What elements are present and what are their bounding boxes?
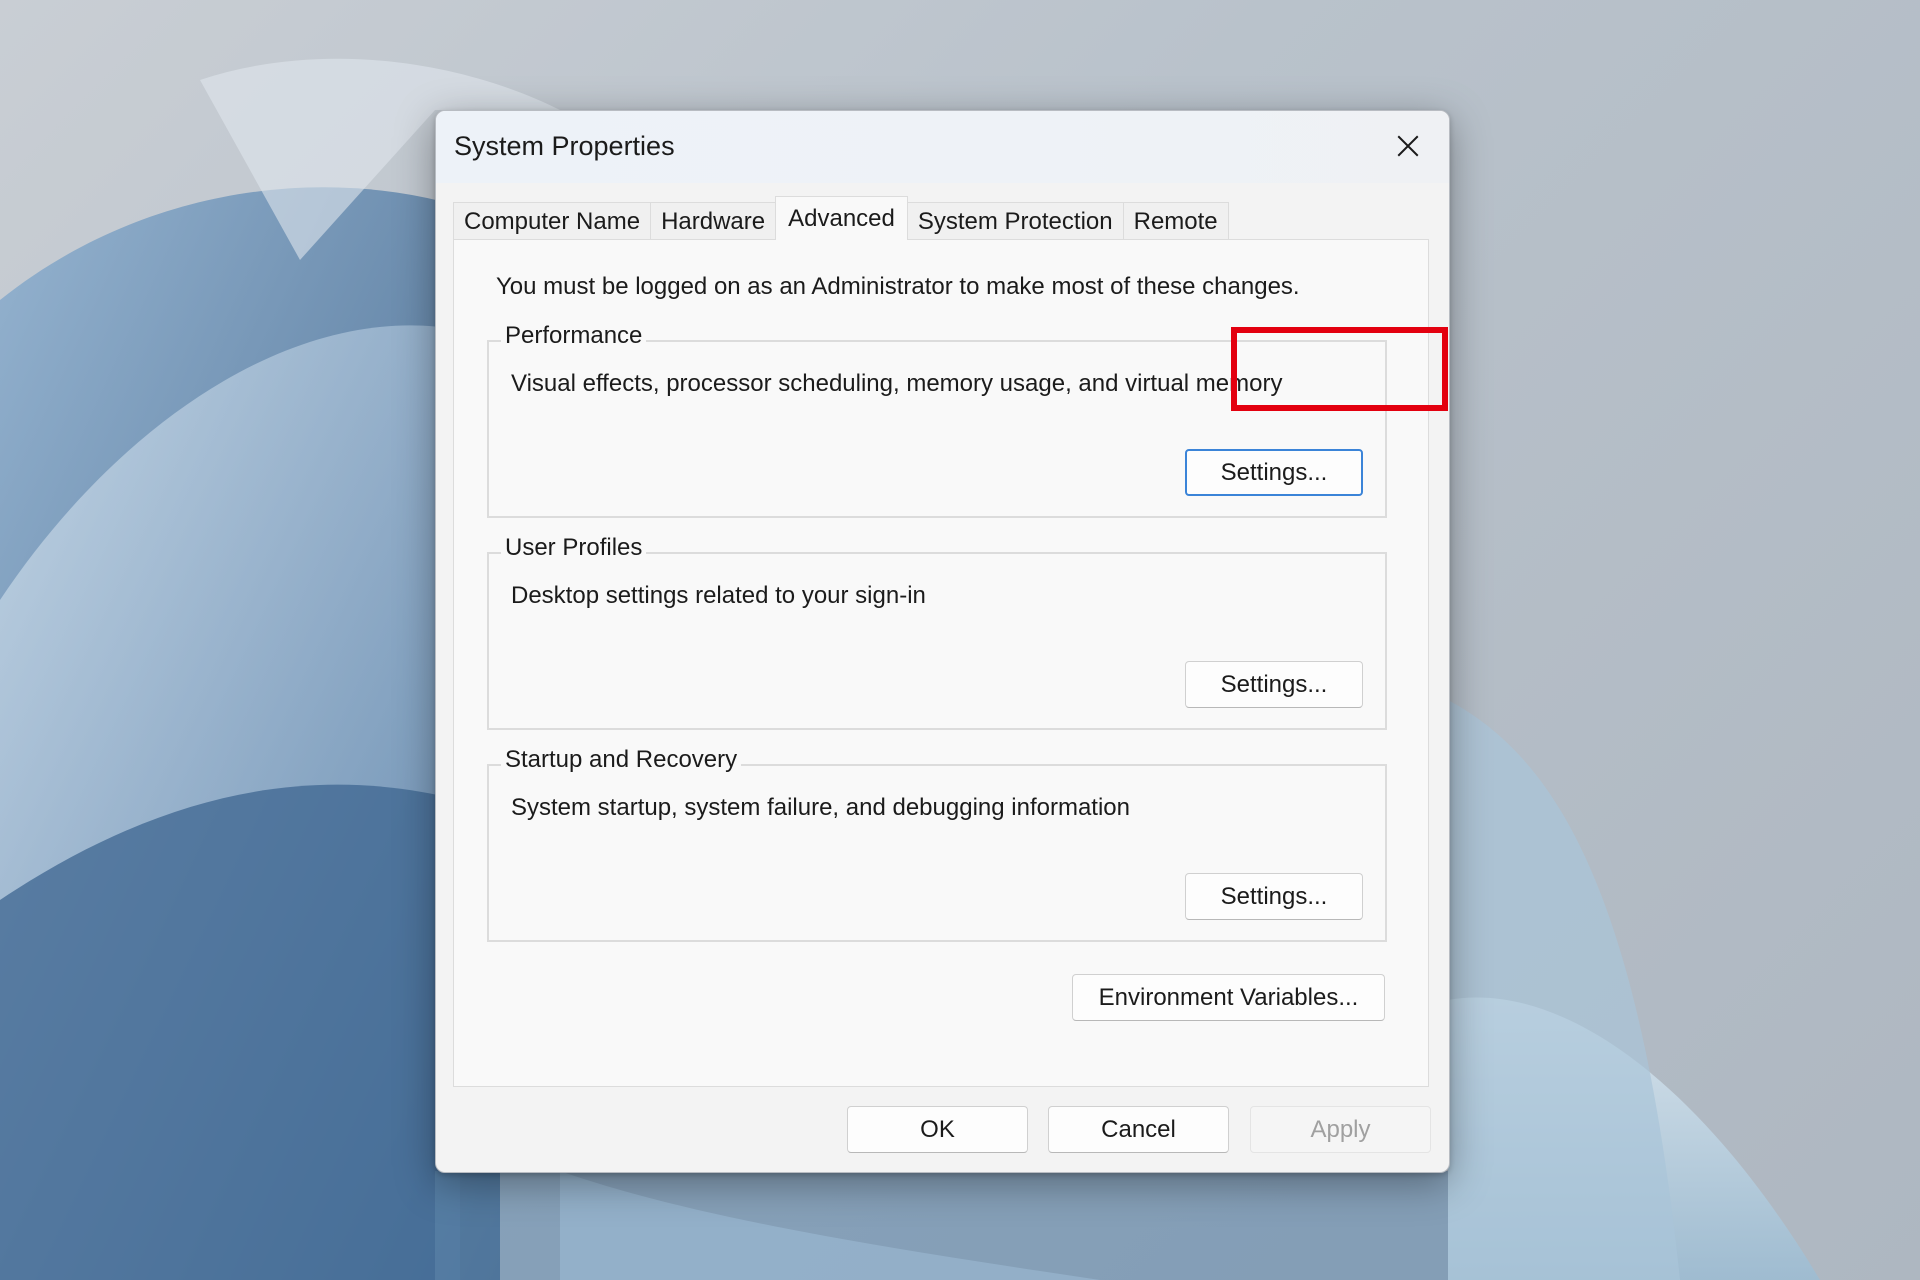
highlight-annotation <box>1231 327 1448 411</box>
tab-hardware[interactable]: Hardware <box>650 202 777 240</box>
user-profiles-group: User Profiles Desktop settings related t… <box>487 534 1387 730</box>
admin-notice: You must be logged on as an Administrato… <box>496 273 1300 300</box>
advanced-tab-panel: You must be logged on as an Administrato… <box>453 239 1448 1087</box>
tab-system-protection[interactable]: System Protection <box>906 202 1124 240</box>
tab-computer-name[interactable]: Computer Name <box>453 202 652 240</box>
tab-advanced[interactable]: Advanced <box>775 196 908 240</box>
startup-recovery-group: Startup and Recovery System startup, sys… <box>487 746 1387 942</box>
cancel-button[interactable]: Cancel <box>1048 1106 1229 1153</box>
close-button[interactable] <box>1381 121 1435 171</box>
close-icon <box>1397 135 1419 157</box>
startup-recovery-settings-button[interactable]: Settings... <box>1185 873 1363 920</box>
ok-button[interactable]: OK <box>847 1106 1028 1153</box>
startup-recovery-description: System startup, system failure, and debu… <box>511 794 1130 821</box>
user-profiles-description: Desktop settings related to your sign-in <box>511 582 926 609</box>
tab-remote[interactable]: Remote <box>1122 202 1229 240</box>
system-properties-dialog: System Properties Computer Name Hardware… <box>435 110 1450 1173</box>
performance-settings-button[interactable]: Settings... <box>1185 449 1363 496</box>
environment-variables-button[interactable]: Environment Variables... <box>1072 974 1385 1021</box>
tab-strip: Computer Name Hardware Advanced System P… <box>453 196 1229 240</box>
user-profiles-legend: User Profiles <box>501 534 647 562</box>
performance-description: Visual effects, processor scheduling, me… <box>511 370 1283 397</box>
user-profiles-settings-button[interactable]: Settings... <box>1185 661 1363 708</box>
window-title: System Properties <box>454 131 675 161</box>
startup-recovery-legend: Startup and Recovery <box>501 746 742 774</box>
performance-legend: Performance <box>501 322 647 350</box>
apply-button[interactable]: Apply <box>1250 1106 1431 1153</box>
title-bar[interactable]: System Properties <box>436 111 1449 183</box>
performance-group: Performance Visual effects, processor sc… <box>487 322 1448 518</box>
